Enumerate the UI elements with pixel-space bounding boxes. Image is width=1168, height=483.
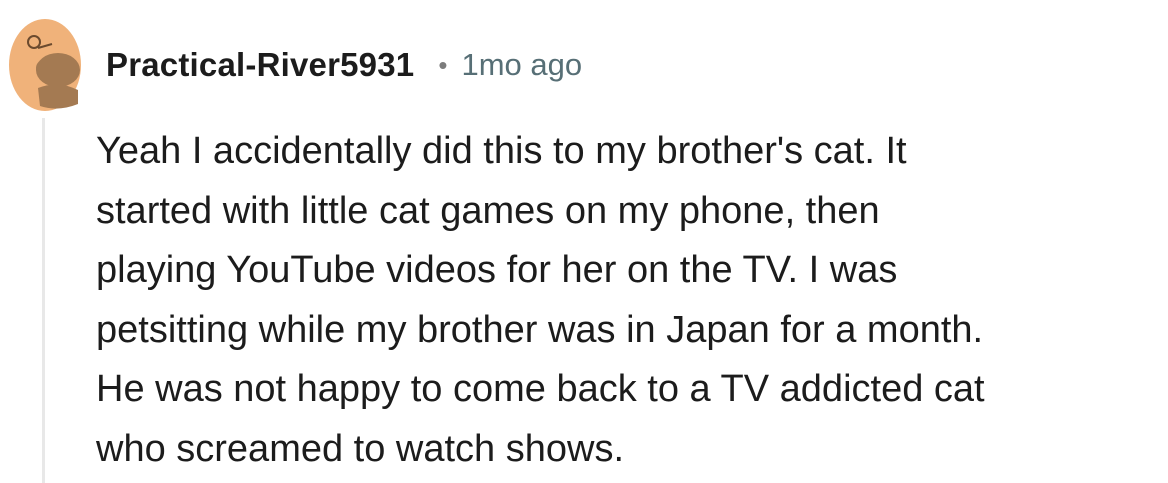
snoo-avatar-icon — [9, 19, 81, 111]
comment-line: Yeah I accidentally did this to my broth… — [96, 130, 907, 172]
comment-line: petsitting while my brother was in Japan… — [96, 308, 984, 351]
comment-line: who screamed to watch shows. — [96, 427, 625, 470]
comment-line: started with little cat games on my phon… — [96, 189, 880, 232]
thread-line[interactable] — [42, 118, 45, 483]
comment-body: Yeah I accidentally did this to my broth… — [96, 122, 1156, 480]
comment-timestamp[interactable]: 1mo ago — [461, 47, 582, 83]
author-username[interactable]: Practical-River5931 — [106, 46, 414, 84]
comment-line: playing YouTube videos for her on the TV… — [96, 249, 898, 292]
user-avatar[interactable] — [8, 18, 82, 112]
separator-dot: • — [438, 49, 448, 80]
comment-line: He was not happy to come back to a TV ad… — [96, 368, 985, 411]
comment-header: Practical-River5931 • 1mo ago — [106, 40, 582, 90]
